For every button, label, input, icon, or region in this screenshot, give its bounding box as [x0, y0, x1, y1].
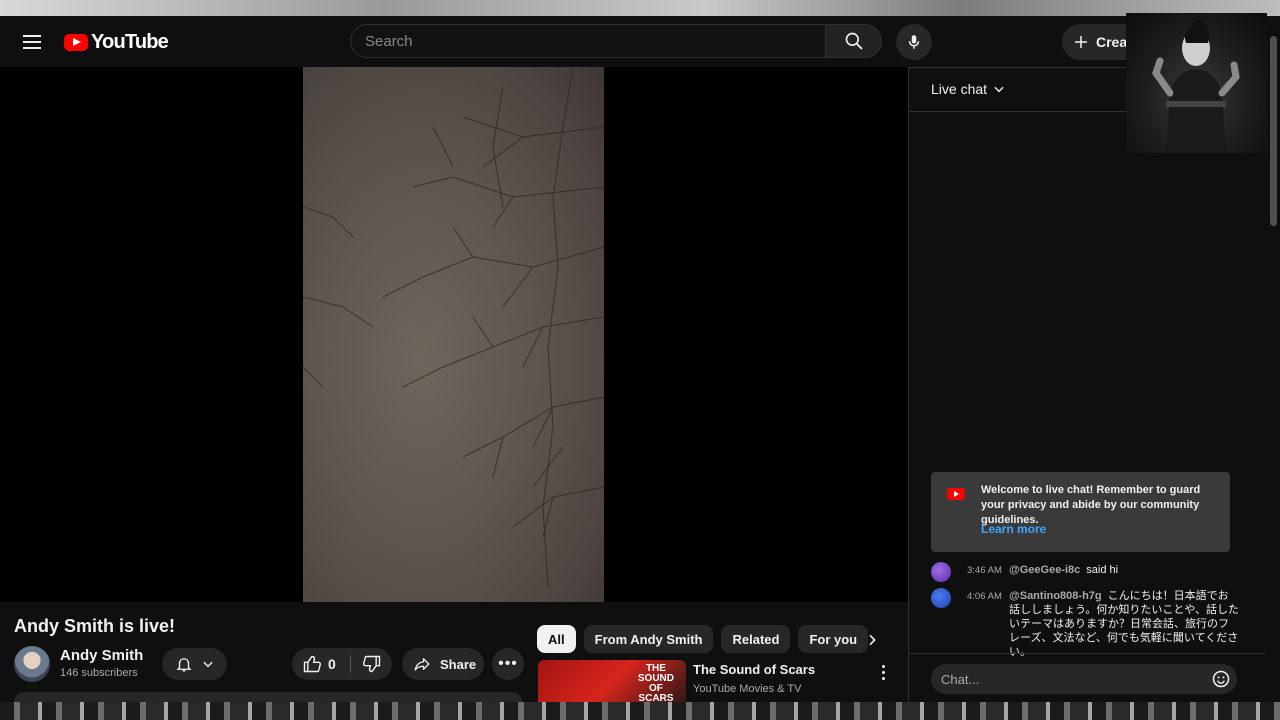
chat-input-bar: [909, 653, 1266, 702]
chips-next-button[interactable]: [860, 628, 884, 652]
logo-text: YouTube: [91, 30, 169, 53]
chevron-down-icon: [994, 86, 1004, 93]
chat-author[interactable]: @Santino808-h7g: [1009, 590, 1102, 602]
scrollbar-thumb[interactable]: [1270, 36, 1277, 226]
learn-more-link[interactable]: Learn more: [981, 522, 1046, 536]
description-box[interactable]: [14, 692, 522, 702]
share-icon: [414, 658, 430, 671]
more-vertical-icon-dot: [881, 664, 885, 668]
picture-in-picture-overlay[interactable]: [1126, 13, 1267, 153]
video-content-trees: [303, 67, 604, 588]
share-button[interactable]: Share: [402, 648, 484, 680]
related-video-title[interactable]: The Sound of Scars: [693, 662, 815, 677]
chat-input[interactable]: [931, 664, 1237, 694]
subscriber-count: 146 subscribers: [60, 667, 138, 679]
microphone-icon: [908, 35, 920, 49]
search-button[interactable]: [826, 24, 882, 58]
chat-welcome-banner: Welcome to live chat! Remember to guard …: [931, 472, 1230, 552]
share-label: Share: [440, 656, 477, 672]
like-button[interactable]: 0: [292, 648, 350, 680]
chat-author[interactable]: @GeeGee-i8c: [1009, 564, 1080, 576]
chevron-right-icon: [869, 634, 876, 646]
chat-message-body: @GeeGee-i8c said hi: [1009, 563, 1239, 577]
chat-timestamp: 4:06 AM: [967, 591, 1002, 602]
dislike-button[interactable]: [351, 648, 392, 680]
masthead: YouTube Create: [0, 16, 1280, 68]
channel-avatar[interactable]: [14, 646, 50, 682]
menu-icon-line: [23, 35, 41, 37]
chevron-down-icon: [202, 661, 213, 668]
search-icon: [845, 32, 862, 50]
related-filter-chips: All From Andy Smith Related For you: [537, 625, 869, 653]
chat-author-avatar[interactable]: [931, 562, 951, 582]
related-video-thumbnail[interactable]: THE SOUND OF SCARS: [538, 660, 686, 702]
chip-from-channel[interactable]: From Andy Smith: [583, 625, 714, 653]
related-video-channel[interactable]: YouTube Movies & TV: [693, 683, 801, 695]
owner-row: Andy Smith 146 subscribers 0 Share •••: [14, 644, 529, 684]
menu-icon-line: [23, 47, 41, 49]
emoji-icon[interactable]: [1211, 669, 1231, 689]
more-vertical-icon-dot: [881, 676, 885, 680]
youtube-logo[interactable]: YouTube: [64, 30, 169, 54]
youtube-icon: [947, 488, 965, 500]
person-silhouette: [1152, 19, 1240, 153]
more-horizontal-icon: •••: [498, 655, 518, 672]
chat-title: Live chat: [931, 81, 988, 97]
live-chat-panel: Live chat Welcome to live chat! Remember…: [908, 67, 1267, 702]
thumbnail-word: SCARS: [638, 693, 674, 703]
page-scrollbar[interactable]: [1268, 36, 1280, 702]
channel-name[interactable]: Andy Smith: [60, 647, 143, 664]
chip-for-you[interactable]: For you: [798, 625, 869, 653]
more-vertical-icon-dot: [881, 670, 885, 674]
chat-mode-selector[interactable]: Live chat: [931, 81, 1006, 97]
desktop-background-strip: [0, 702, 1280, 720]
menu-button[interactable]: [18, 28, 46, 56]
video-title: Andy Smith is live!: [14, 616, 176, 636]
search-input[interactable]: [351, 25, 825, 57]
notification-button[interactable]: [162, 648, 227, 680]
thumbs-down-icon: [362, 655, 380, 673]
chip-all[interactable]: All: [537, 625, 576, 653]
thumbnail-title-text: THE SOUND OF SCARS: [638, 664, 674, 703]
video-frame: [303, 67, 604, 602]
chat-author-avatar[interactable]: [931, 588, 951, 608]
like-dislike-bar: 0: [292, 648, 392, 680]
like-count: 0: [328, 656, 336, 672]
thumbs-up-icon: [303, 655, 322, 673]
youtube-play-icon: [64, 33, 88, 51]
chat-text: said hi: [1086, 564, 1119, 576]
search-box: [350, 24, 826, 58]
chip-related[interactable]: Related: [721, 625, 791, 653]
youtube-app: YouTube Create: [0, 16, 1280, 702]
voice-search-button[interactable]: [896, 24, 932, 60]
related-video-menu-button[interactable]: [876, 662, 890, 682]
desktop-background-strip: [0, 0, 1280, 16]
chat-message-body: @Santino808-h7g こんにちは！日本語でお話ししましょう。何か知りたい…: [1009, 589, 1239, 659]
bell-icon: [175, 658, 192, 672]
chat-timestamp: 3:46 AM: [967, 565, 1002, 576]
more-actions-button[interactable]: •••: [492, 648, 524, 680]
video-player[interactable]: [0, 67, 908, 602]
plus-icon: [1075, 36, 1087, 48]
menu-icon-line: [23, 41, 41, 43]
